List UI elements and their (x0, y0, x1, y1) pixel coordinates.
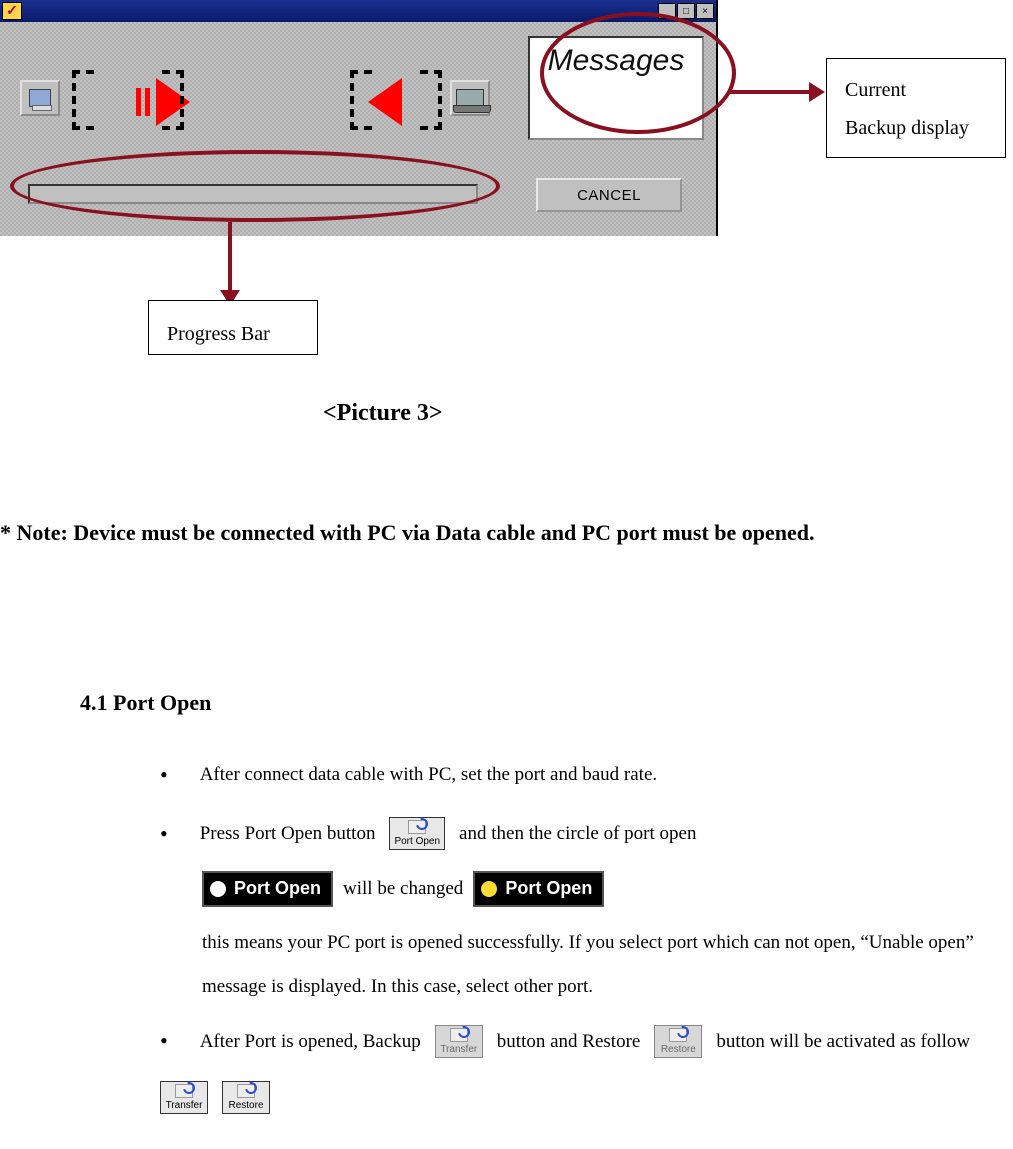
restore-glyph-icon (237, 1084, 255, 1098)
port-open-indicator-closed: Port Open (202, 871, 333, 907)
bullet-text: this means your PC port is opened succes… (202, 921, 980, 1008)
callout-arrow (729, 90, 809, 94)
bullet-text: After connect data cable with PC, set th… (200, 753, 657, 797)
mini-btn-label: Restore (661, 1044, 696, 1055)
callout-text-line1: Current (845, 71, 987, 109)
bullet-text: button and Restore (497, 1020, 641, 1064)
bracket-right-icon (162, 70, 184, 130)
mini-btn-label: Transfer (166, 1100, 203, 1111)
bullet-text: After Port is opened, Backup (200, 1020, 421, 1064)
pc-icon-button[interactable] (20, 80, 60, 116)
port-open-button-icon: Port Open (389, 817, 445, 850)
device-icon-button[interactable] (450, 80, 490, 116)
bullet-icon (160, 750, 186, 801)
status-dot-open-icon (481, 881, 497, 897)
minimize-button[interactable]: _ (658, 3, 676, 19)
bullet-icon (160, 1016, 186, 1067)
status-panel: Messages (528, 36, 704, 140)
indicator-label: Port Open (505, 868, 592, 909)
bullet-text: button will be activated as follow (716, 1020, 970, 1064)
app-icon: ✓ (2, 2, 22, 20)
callout-arrowhead-icon (809, 82, 825, 102)
arrow-left-icon (368, 78, 402, 126)
laptop-icon (456, 89, 484, 107)
list-item-continuation: Port Open will be changed Port Open this… (202, 867, 980, 1008)
restore-button-enabled-icon: Restore (222, 1081, 270, 1114)
bullet-text: and then the circle of port open (459, 812, 696, 856)
bracket-right-icon (420, 70, 442, 130)
restore-button-disabled-icon: Restore (654, 1025, 702, 1058)
titlebar: ✓ _ □ × (0, 0, 716, 22)
list-item: After connect data cable with PC, set th… (160, 750, 980, 801)
callout-text-progress: Progress Bar (167, 323, 270, 345)
status-text: Messages (548, 44, 685, 78)
bullet-text: will be changed (343, 867, 463, 911)
status-dot-closed-icon (210, 881, 226, 897)
bullet-text: Press Port Open button (200, 812, 376, 856)
mini-btn-label: Transfer (440, 1044, 477, 1055)
pc-icon (29, 89, 51, 107)
mini-btn-label: Restore (228, 1100, 263, 1111)
progress-bar (28, 184, 478, 204)
port-open-indicator-open: Port Open (473, 871, 604, 907)
close-button[interactable]: × (696, 3, 714, 19)
maximize-button[interactable]: □ (677, 3, 695, 19)
callout-box-progress: Progress Bar (148, 300, 318, 355)
port-open-glyph-icon (408, 820, 426, 834)
transfer-button-disabled-icon: Transfer (435, 1025, 483, 1058)
section-heading: 4.1 Port Open (80, 690, 211, 716)
note-text: * Note: Device must be connected with PC… (0, 510, 1000, 556)
list-item: After Port is opened, Backup Transfer bu… (160, 1016, 980, 1114)
transfer-glyph-icon (450, 1028, 468, 1042)
transfer-glyph-icon (175, 1084, 193, 1098)
backup-window: ✓ _ □ × Messages CA (0, 0, 718, 236)
bracket-left-icon (72, 70, 94, 130)
callout-box-current-backup: Current Backup display (826, 58, 1006, 158)
mini-btn-label: Port Open (394, 836, 440, 847)
transfer-button-enabled-icon: Transfer (160, 1081, 208, 1114)
figure-caption: <Picture 3> (323, 400, 443, 427)
cancel-button[interactable]: CANCEL (536, 178, 682, 212)
callout-text-line2: Backup display (845, 109, 987, 147)
list-item: Press Port Open button Port Open and the… (160, 809, 980, 860)
callout-arrow (228, 222, 232, 292)
indicator-label: Port Open (234, 868, 321, 909)
restore-glyph-icon (669, 1028, 687, 1042)
bullet-icon (160, 809, 186, 860)
bullet-list: After connect data cable with PC, set th… (160, 750, 980, 1122)
